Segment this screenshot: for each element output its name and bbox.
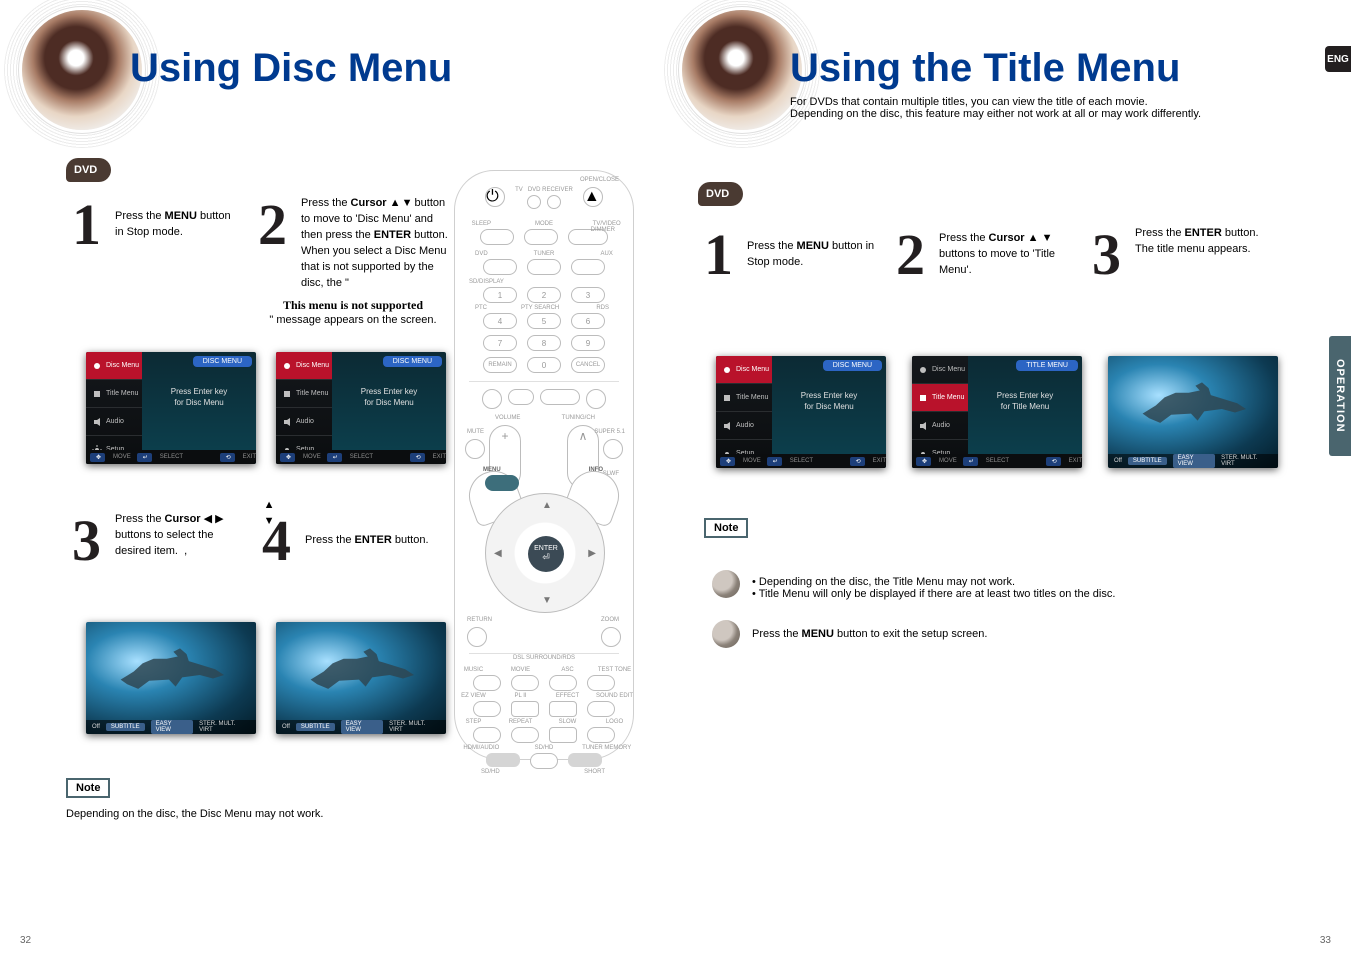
step-number: 3 [72,512,101,570]
screen-sidebar: Disc Menu Title Menu Audio Setup [86,352,142,464]
screen-disc-menu-2: DISC MENU Disc Menu Title Menu Audio Set… [276,352,446,464]
page-title-right: Using the Title Menu [790,46,1180,91]
stop-icon[interactable] [508,389,534,405]
screen-disc-menu-1: DISC MENU Disc Menu Title Menu Audio Set… [86,352,256,464]
nav-ring[interactable]: ▲ ▼ ◀ ▶ ENTER⏎ [485,493,605,613]
screen-title-menu-r2: TITLE MENU Disc Menu Title Menu Audio Se… [912,356,1082,468]
step-2-right: 2 Press the Cursor ▲ ▼ buttons to move t… [896,226,1086,284]
step-number: 4 [262,512,291,570]
dvd-badge-left: DVD [66,158,111,182]
bullet-dot [712,570,740,598]
step-text: Press the Cursor ◀ ▶ ▲ ▼ buttons to sele… [115,512,252,560]
bullet-dot [712,620,740,648]
note-text-left: Depending on the disc, the Disc Menu may… [66,808,323,820]
note-box-left: Note [66,778,110,798]
menu-button[interactable] [485,475,519,491]
overlay-bar: Off SUBTITLE EASY VIEW STER. MULT. VIRT [86,720,256,734]
mute-button[interactable] [465,439,485,459]
screen-center-text: Press Enter key for Disc Menu [148,386,250,408]
arrow-left-icon[interactable]: ◀ [494,548,502,559]
screen-tab: DISC MENU [193,356,252,367]
arrow-down-icon[interactable]: ▼ [542,595,552,606]
step-number: 2 [258,196,287,254]
remote-illustration: OPEN/CLOSE ⏻ TV DVD RECEIVER ▲ SLEEP MOD… [454,170,634,760]
unsupported-msg: This menu is not supported [258,298,448,313]
hdmi-button[interactable] [486,753,520,767]
page-number-left: 32 [20,935,31,946]
return-button[interactable] [467,627,487,647]
step-number: 1 [72,196,101,254]
open-close-button[interactable]: ▲ [583,187,603,207]
note-box-right: Note [704,518,748,538]
play-pause-icon[interactable] [540,389,580,405]
skip-prev-icon[interactable] [482,389,502,409]
screen-footer: ✥MOVE ↵SELECT ⟲EXIT [86,450,256,464]
screen-playback-1: Off SUBTITLE EASY VIEW STER. MULT. VIRT [86,622,256,734]
step-2-left: 2 Press the Cursor ▲ ▼ button to move to… [258,196,448,329]
enter-button[interactable]: ENTER⏎ [528,536,564,572]
step-1-right: 1 Press the MENU button in Stop mode. [704,226,884,284]
note-text-1: • Depending on the disc, the Title Menu … [752,576,1272,600]
dvd-badge-right: DVD [698,182,743,206]
section-disc-icon [22,10,142,130]
step-text: Press the MENU button in Stop mode. [115,209,242,241]
step-3-left: 3 Press the Cursor ◀ ▶ ▲ ▼ buttons to se… [72,512,252,570]
skip-next-icon[interactable] [586,389,606,409]
step-3-right: 3 Press the ENTER button. The title menu… [1092,226,1282,284]
step-text: Press the ENTER button. [305,533,429,549]
operation-tab: OPERATION [1329,336,1351,456]
sidebar-item-disc-menu: Disc Menu [86,352,142,380]
screen-disc-menu-r1: DISC MENU Disc Menu Title Menu Audio Set… [716,356,886,468]
short-button[interactable] [568,753,602,767]
screen-playback-2: Off SUBTITLE EASY VIEW STER. MULT. VIRT [276,622,446,734]
language-tab: ENG [1325,46,1351,72]
sidebar-item-audio: Audio [86,408,142,436]
page-subtitle-right: For DVDs that contain multiple titles, y… [790,96,1310,120]
section-disc-icon [682,10,802,130]
power-icon[interactable]: ⏻ [485,187,505,207]
super51-button[interactable] [603,439,623,459]
page-number-right: 33 [1320,935,1331,946]
sidebar-item-title-menu: Title Menu [86,380,142,408]
arrow-up-icon[interactable]: ▲ [542,500,552,511]
screen-playback-r3: Off SUBTITLE EASY VIEW STER. MULT. VIRT [1108,356,1278,468]
arrow-right-icon[interactable]: ▶ [588,548,596,559]
step-4-left: 4 Press the ENTER button. [262,512,442,570]
step-1-left: 1 Press the MENU button in Stop mode. [72,196,242,254]
note-text-3: Press the MENU button to exit the setup … [752,628,987,640]
step-text: Press the Cursor ▲ ▼ button to move to '… [301,196,448,292]
zoom-button[interactable] [601,627,621,647]
page-title-left: Using Disc Menu [130,46,452,91]
